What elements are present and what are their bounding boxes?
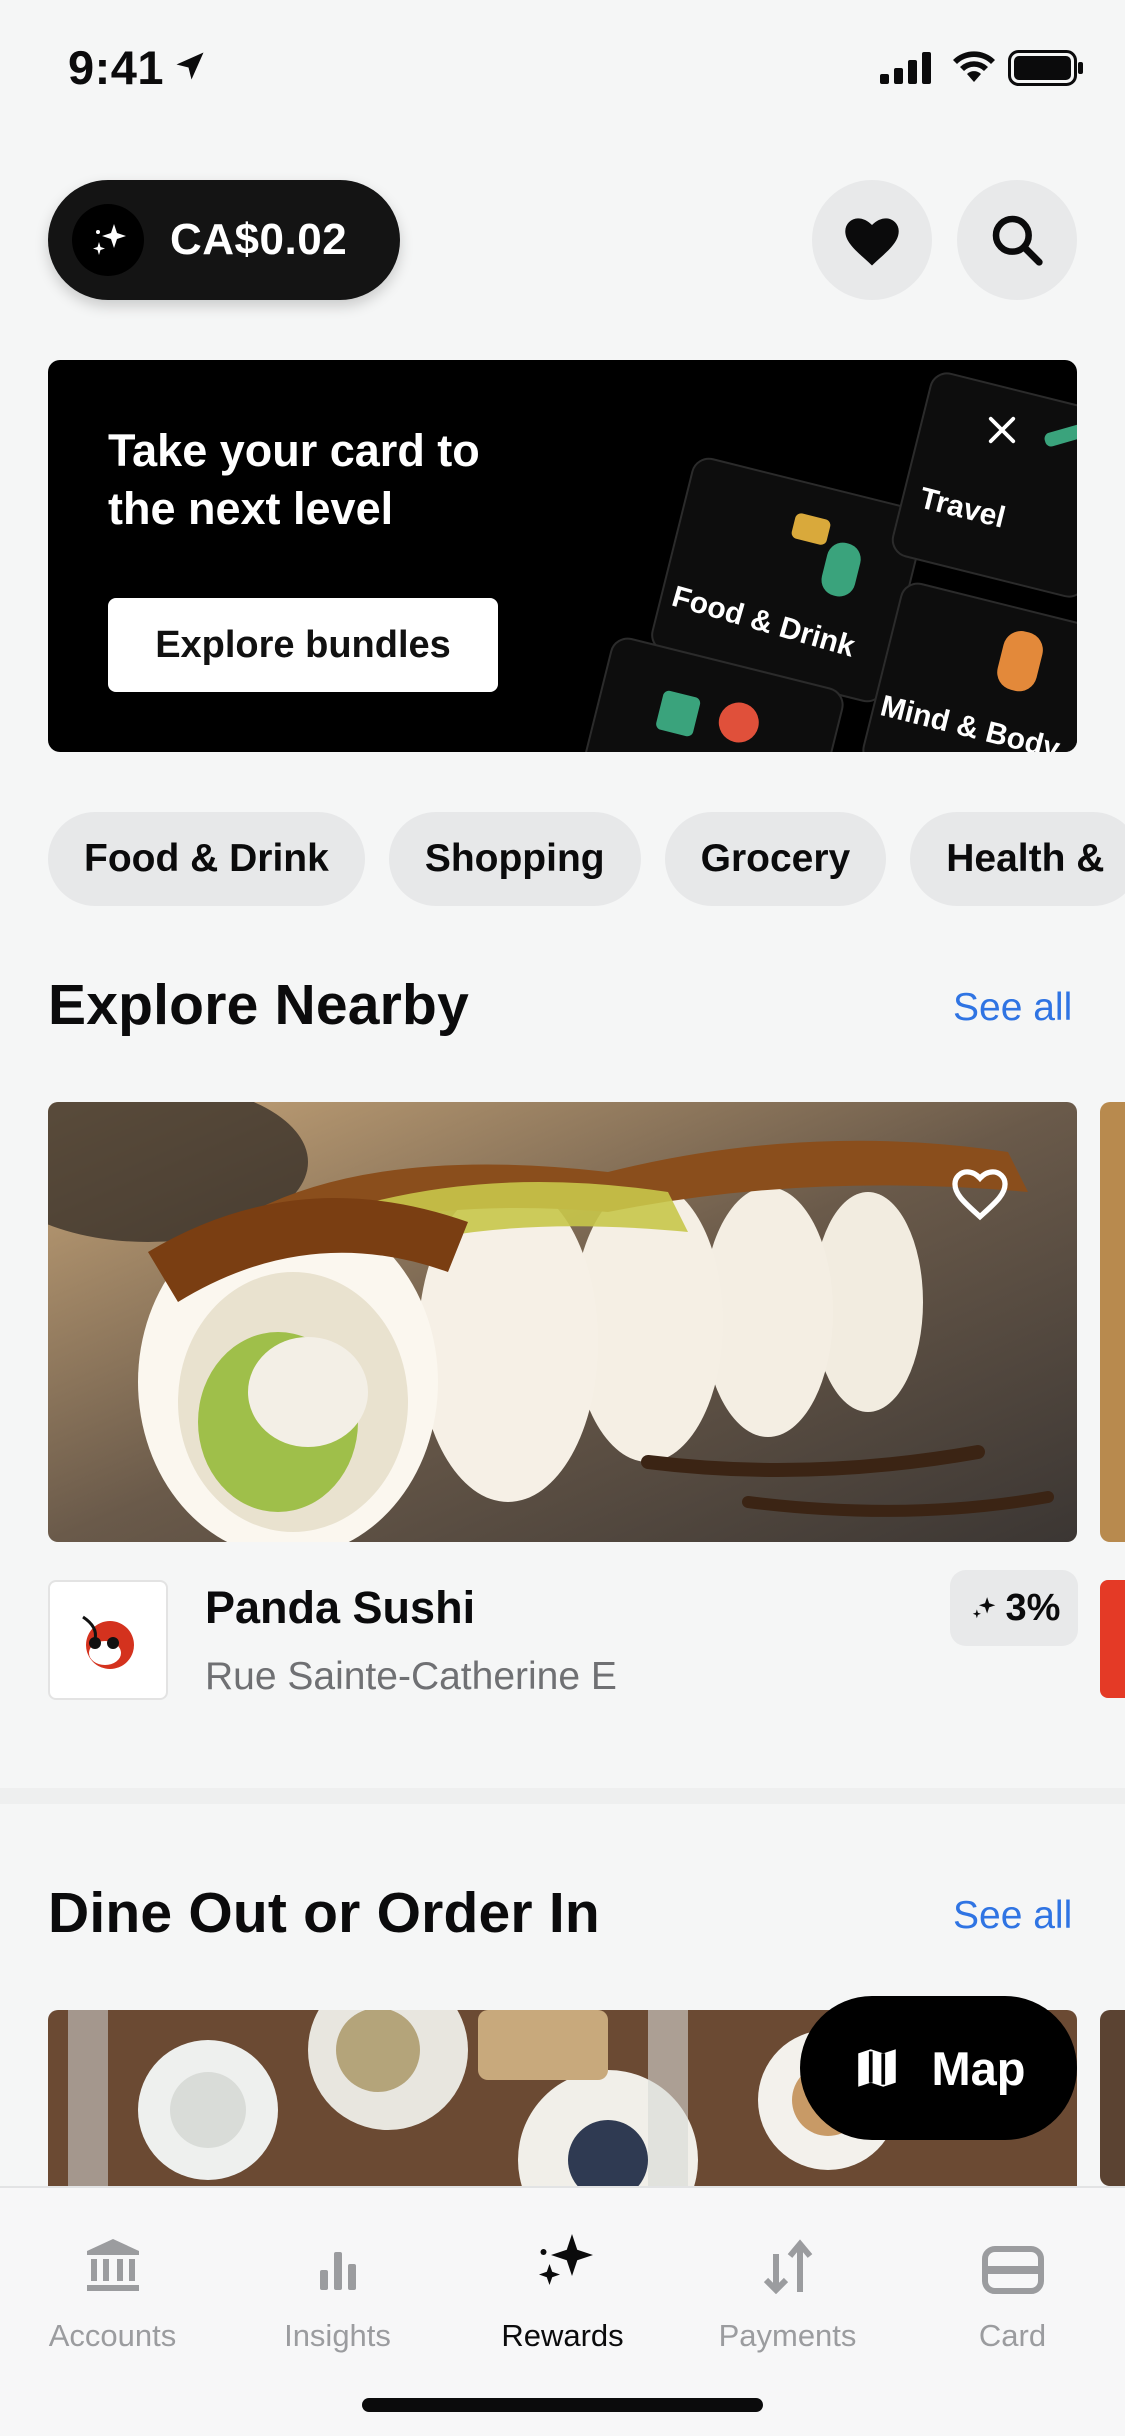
chip-grocery[interactable]: Grocery	[664, 812, 887, 906]
promo-headline: Take your card to the next level	[108, 425, 480, 534]
map-label: Map	[931, 2041, 1026, 2095]
tab-label: Card	[978, 2318, 1047, 2353]
favorite-heart-outline-icon[interactable]	[948, 1164, 1012, 1222]
card-icon	[981, 2246, 1044, 2294]
home-indicator	[362, 2398, 763, 2412]
balance-amount: CA$0.02	[170, 215, 348, 264]
tab-insights[interactable]: Insights	[225, 2216, 450, 2366]
bank-icon	[86, 2239, 139, 2291]
dine-out-title: Dine Out or Order In	[48, 1881, 600, 1945]
next-merchant-logo-peek	[1100, 1580, 1125, 1698]
tab-payments[interactable]: Payments	[675, 2216, 900, 2366]
close-icon	[988, 416, 1016, 444]
tab-label: Payments	[718, 2318, 857, 2353]
heart-icon	[845, 218, 899, 266]
bar-chart-icon	[319, 2252, 356, 2290]
cellular-signal-icon	[880, 52, 931, 84]
promo-banner[interactable]: Food & Drink Travel Mind & Body Take you…	[48, 360, 1077, 752]
tab-card[interactable]: Card	[900, 2216, 1125, 2366]
close-banner-button[interactable]	[978, 406, 1026, 454]
dine-out-see-all[interactable]: See all	[953, 1894, 1072, 1938]
merchant-name[interactable]: Panda Sushi	[205, 1582, 475, 1634]
status-bar: 9:41	[0, 0, 1125, 140]
next-card-photo-peek[interactable]	[1100, 1102, 1125, 1542]
map-icon	[857, 2049, 896, 2087]
search-icon	[992, 215, 1043, 266]
transfer-arrows-icon	[763, 2239, 812, 2294]
panda-sushi-photo[interactable]	[48, 1102, 1077, 1542]
sparkles-icon	[538, 2234, 593, 2285]
merchant-location: Rue Sainte-Catherine E	[205, 1655, 617, 1698]
tab-label: Rewards	[501, 2318, 624, 2353]
sparkles-icon	[72, 204, 144, 276]
sparkles-icon	[972, 1597, 995, 1619]
chip-health[interactable]: Health &	[910, 812, 1125, 906]
panda-sushi-logo	[48, 1580, 168, 1700]
battery-icon	[1008, 50, 1083, 86]
section-divider	[0, 1788, 1125, 1804]
category-chips: Food & Drink Shopping Grocery Health &	[48, 812, 1125, 906]
rewards-balance-button[interactable]: CA$0.02	[48, 180, 400, 300]
sushi-image	[48, 1102, 1077, 1542]
promo-card-travel: Travel	[887, 368, 1077, 602]
promo-card-art: Food & Drink Travel Mind & Body	[48, 360, 1077, 752]
favorites-button[interactable]	[812, 180, 932, 300]
explore-bundles-button[interactable]: Explore bundles	[108, 598, 498, 692]
status-time: 9:41	[68, 41, 165, 94]
panda-logo-icon	[82, 1615, 134, 1669]
tab-rewards[interactable]: Rewards	[450, 2216, 675, 2366]
wifi-icon	[953, 51, 995, 82]
chip-food-drink[interactable]: Food & Drink	[48, 812, 365, 906]
tab-label: Accounts	[48, 2318, 177, 2353]
search-button[interactable]	[957, 180, 1077, 300]
tab-accounts[interactable]: Accounts	[0, 2216, 225, 2366]
map-button[interactable]: Map	[800, 1996, 1077, 2140]
explore-nearby-see-all[interactable]: See all	[953, 986, 1072, 1030]
cashback-badge: 3%	[950, 1570, 1078, 1646]
cashback-percent: 3%	[1005, 1586, 1061, 1629]
tab-label: Insights	[284, 2318, 391, 2353]
location-arrow-icon	[176, 52, 204, 80]
next-dine-photo-peek[interactable]	[1100, 2010, 1125, 2186]
explore-nearby-title: Explore Nearby	[48, 973, 469, 1037]
chip-shopping[interactable]: Shopping	[388, 812, 641, 906]
